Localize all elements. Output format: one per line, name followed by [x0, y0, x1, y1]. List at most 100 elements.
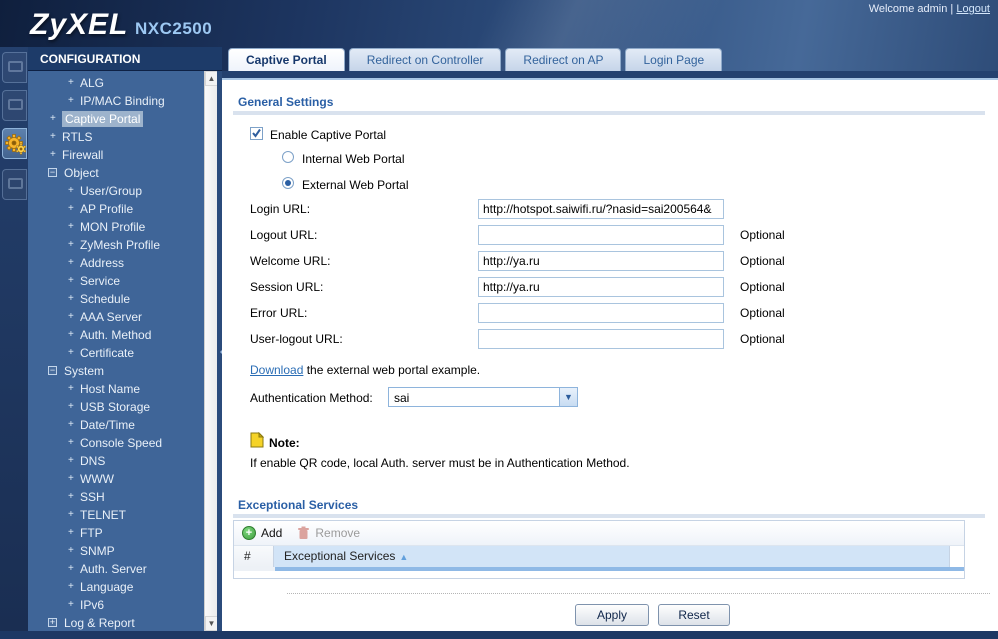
- sidebar-item-dns[interactable]: + DNS: [28, 452, 204, 470]
- auth-method-label: Authentication Method:: [250, 391, 373, 405]
- field-input-login-url[interactable]: [478, 199, 724, 219]
- general-settings-heading: General Settings: [238, 95, 334, 109]
- field-input-error-url[interactable]: [478, 303, 724, 323]
- sidebar-scrollbar[interactable]: ▲ ▼: [204, 71, 218, 631]
- section-rule: [233, 111, 985, 115]
- sidebar-item-firewall[interactable]: + Firewall: [28, 146, 204, 164]
- chevron-down-icon[interactable]: ▼: [559, 388, 577, 406]
- sidebar-item-mon-profile[interactable]: + MON Profile: [28, 218, 204, 236]
- field-row: Logout URL: Optional: [222, 225, 998, 245]
- sidebar-item-certificate[interactable]: + Certificate: [28, 344, 204, 362]
- enable-captive-portal-label: Enable Captive Portal: [270, 128, 387, 142]
- sidebar-item-label: RTLS: [62, 130, 93, 144]
- download-line: Download the external web portal example…: [250, 363, 480, 377]
- tab-login-page[interactable]: Login Page: [625, 48, 723, 71]
- sidebar-item-label: Auth. Server: [80, 562, 147, 576]
- optional-label: Optional: [740, 280, 785, 294]
- download-link[interactable]: Download: [250, 363, 303, 377]
- sidebar-item-snmp[interactable]: + SNMP: [28, 542, 204, 560]
- field-row: Login URL:: [222, 199, 998, 219]
- sidebar-item-captive-portal[interactable]: + Captive Portal: [28, 110, 204, 128]
- reset-button[interactable]: Reset: [658, 604, 730, 626]
- field-input-session-url[interactable]: [478, 277, 724, 297]
- bullet-arrow-icon: +: [68, 401, 74, 412]
- auth-method-select[interactable]: sai ▼: [388, 387, 578, 407]
- sidebar-item-language[interactable]: + Language: [28, 578, 204, 596]
- field-input-welcome-url[interactable]: [478, 251, 724, 271]
- monitor-icon[interactable]: [2, 90, 27, 121]
- sidebar-item-schedule[interactable]: + Schedule: [28, 290, 204, 308]
- dashboard-icon[interactable]: [2, 52, 27, 83]
- bullet-arrow-icon: +: [68, 563, 74, 574]
- bullet-arrow-icon: +: [68, 437, 74, 448]
- field-input-user-logout-url[interactable]: [478, 329, 724, 349]
- maintenance-icon[interactable]: [2, 169, 27, 200]
- sidebar-item-alg[interactable]: + ALG: [28, 74, 204, 92]
- expand-plus-icon[interactable]: +: [48, 618, 57, 627]
- sidebar-item-auth-method[interactable]: + Auth. Method: [28, 326, 204, 344]
- external-web-portal-radio[interactable]: [282, 177, 294, 189]
- tab-redirect-on-controller[interactable]: Redirect on Controller: [348, 48, 502, 71]
- column-exceptional-services[interactable]: Exceptional Services ▲: [274, 546, 949, 567]
- sidebar-item-ip-mac-binding[interactable]: + IP/MAC Binding: [28, 92, 204, 110]
- sidebar-item-label: TELNET: [80, 508, 127, 522]
- sidebar-item-system[interactable]: − System: [28, 362, 204, 380]
- bullet-arrow-icon: +: [68, 77, 74, 88]
- bullet-arrow-icon: +: [68, 293, 74, 304]
- collapse-minus-icon[interactable]: −: [48, 168, 57, 177]
- sidebar-item-label: AP Profile: [80, 202, 134, 216]
- sidebar-item-address[interactable]: + Address: [28, 254, 204, 272]
- add-button[interactable]: + Add: [242, 526, 282, 540]
- sidebar-item-label: Service: [80, 274, 121, 288]
- sidebar-item-ap-profile[interactable]: + AP Profile: [28, 200, 204, 218]
- bullet-arrow-icon: +: [68, 527, 74, 538]
- sidebar-item-label: Firewall: [62, 148, 104, 162]
- field-input-logout-url[interactable]: [478, 225, 724, 245]
- sidebar-item-usb-storage[interactable]: + USB Storage: [28, 398, 204, 416]
- bullet-arrow-icon: +: [68, 419, 74, 430]
- sidebar-item-label: Log & Report: [64, 616, 135, 630]
- sidebar-item-log-report[interactable]: + Log & Report: [28, 614, 204, 631]
- sidebar-item-label: FTP: [80, 526, 103, 540]
- trash-icon: [298, 526, 310, 539]
- tab-label: Captive Portal: [246, 53, 327, 67]
- sidebar-item-auth-server[interactable]: + Auth. Server: [28, 560, 204, 578]
- sidebar-item-service[interactable]: + Service: [28, 272, 204, 290]
- field-label: Session URL:: [250, 280, 324, 294]
- sidebar-item-label: AAA Server: [80, 310, 143, 324]
- tab-redirect-on-ap[interactable]: Redirect on AP: [505, 48, 622, 71]
- bullet-arrow-icon: +: [68, 509, 74, 520]
- bullet-arrow-icon: +: [68, 239, 74, 250]
- sidebar-item-telnet[interactable]: + TELNET: [28, 506, 204, 524]
- sidebar-item-ssh[interactable]: + SSH: [28, 488, 204, 506]
- remove-button[interactable]: Remove: [297, 526, 360, 540]
- sidebar-item-www[interactable]: + WWW: [28, 470, 204, 488]
- sidebar-item-aaa-server[interactable]: + AAA Server: [28, 308, 204, 326]
- sidebar-item-date-time[interactable]: + Date/Time: [28, 416, 204, 434]
- bullet-arrow-icon: +: [68, 221, 74, 232]
- sidebar-item-label: SNMP: [80, 544, 115, 558]
- sidebar-item-ftp[interactable]: + FTP: [28, 524, 204, 542]
- session-bar: Welcome admin | Logout: [869, 3, 990, 15]
- sidebar-menu: + ALG + IP/MAC Binding + Captive Portal + RTLS +…: [28, 71, 204, 631]
- logout-link[interactable]: Logout: [956, 3, 990, 15]
- enable-captive-portal-checkbox[interactable]: [250, 127, 263, 140]
- sidebar-item-rtls[interactable]: + RTLS: [28, 128, 204, 146]
- sidebar-item-object[interactable]: − Object: [28, 164, 204, 182]
- field-row: User-logout URL: Optional: [222, 329, 998, 349]
- app-window: ZyXEL NXC2500 Welcome admin | Logout CON…: [0, 0, 998, 639]
- sidebar-item-console-speed[interactable]: + Console Speed: [28, 434, 204, 452]
- sidebar-item-zymesh-profile[interactable]: + ZyMesh Profile: [28, 236, 204, 254]
- tab-captive-portal[interactable]: Captive Portal: [228, 48, 345, 72]
- internal-web-portal-radio[interactable]: [282, 151, 294, 163]
- bullet-arrow-icon: +: [68, 383, 74, 394]
- sidebar-item-host-name[interactable]: + Host Name: [28, 380, 204, 398]
- sidebar-item-user-group[interactable]: + User/Group: [28, 182, 204, 200]
- collapse-minus-icon[interactable]: −: [48, 366, 57, 375]
- apply-button[interactable]: Apply: [575, 604, 649, 626]
- tab-label: Login Page: [643, 53, 705, 67]
- optional-label: Optional: [740, 332, 785, 346]
- sidebar-item-ipv6[interactable]: + IPv6: [28, 596, 204, 614]
- configuration-icon[interactable]: [2, 128, 27, 159]
- bullet-arrow-icon: +: [68, 185, 74, 196]
